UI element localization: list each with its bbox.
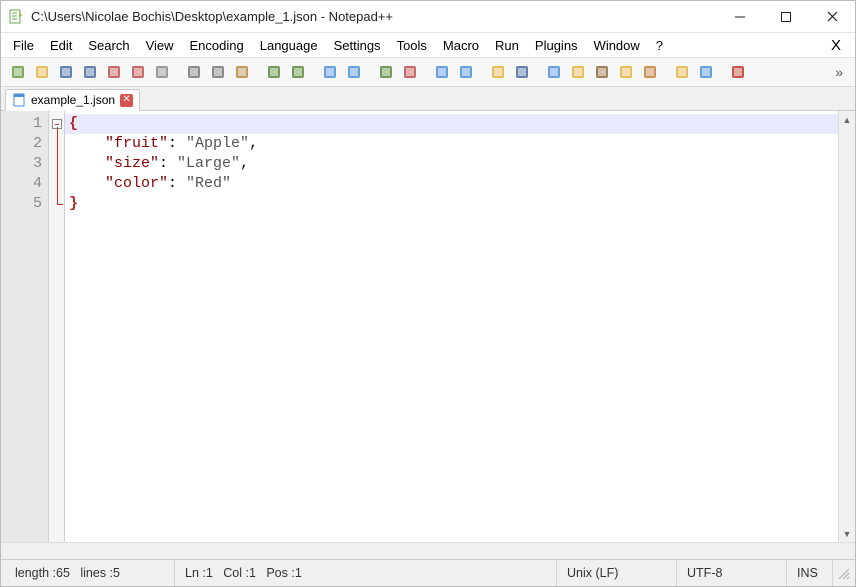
menu-settings[interactable]: Settings	[326, 36, 389, 55]
undo-icon[interactable]	[263, 61, 285, 83]
menu-file[interactable]: File	[5, 36, 42, 55]
editor-area: 12345 { "fruit": "Apple", "size": "Large…	[1, 111, 855, 542]
doc-map-icon[interactable]	[591, 61, 613, 83]
menu-edit[interactable]: Edit	[42, 36, 80, 55]
spell-icon[interactable]	[695, 61, 717, 83]
menu-plugins[interactable]: Plugins	[527, 36, 586, 55]
line-number-gutter: 12345	[1, 111, 49, 542]
menu-tools[interactable]: Tools	[389, 36, 435, 55]
code-line[interactable]: {	[65, 114, 838, 134]
status-insert-mode[interactable]: INS	[787, 560, 833, 586]
new-file-icon[interactable]	[7, 61, 29, 83]
code-area[interactable]: { "fruit": "Apple", "size": "Large", "co…	[65, 111, 838, 542]
menu-macro[interactable]: Macro	[435, 36, 487, 55]
code-line[interactable]: "size": "Large",	[65, 154, 838, 174]
title-bar: C:\Users\Nicolae Bochis\Desktop\example_…	[1, 1, 855, 33]
lang-icon[interactable]	[567, 61, 589, 83]
menu-bar: FileEditSearchViewEncodingLanguageSettin…	[1, 33, 855, 57]
wrap-icon[interactable]	[487, 61, 509, 83]
copy-icon[interactable]	[207, 61, 229, 83]
window-controls	[717, 1, 855, 33]
sync-h-icon[interactable]	[455, 61, 477, 83]
save-all-icon[interactable]	[79, 61, 101, 83]
close-all-icon[interactable]	[127, 61, 149, 83]
tab-close-icon[interactable]: ✕	[120, 94, 133, 107]
minimize-button[interactable]	[717, 1, 763, 33]
close-icon[interactable]	[103, 61, 125, 83]
app-icon	[7, 8, 25, 26]
menu-language[interactable]: Language	[252, 36, 326, 55]
sync-v-icon[interactable]	[431, 61, 453, 83]
toolbar-overflow-icon[interactable]: »	[829, 64, 849, 80]
menu-view[interactable]: View	[138, 36, 182, 55]
replace-icon[interactable]	[343, 61, 365, 83]
record-macro-icon[interactable]	[727, 61, 749, 83]
all-chars-icon[interactable]	[511, 61, 533, 83]
maximize-button[interactable]	[763, 1, 809, 33]
vertical-scrollbar[interactable]: ▲ ▼	[838, 111, 855, 542]
indent-guide-icon[interactable]	[543, 61, 565, 83]
status-bar: length : 65 lines : 5 Ln : 1 Col : 1 Pos…	[1, 542, 855, 586]
tab-example-1-json[interactable]: example_1.json ✕	[5, 89, 140, 111]
zoom-out-icon[interactable]	[399, 61, 421, 83]
menu-window[interactable]: Window	[586, 36, 648, 55]
menu-encoding[interactable]: Encoding	[182, 36, 252, 55]
horizontal-scrollbar[interactable]	[1, 542, 855, 559]
func-list-icon[interactable]	[615, 61, 637, 83]
editor[interactable]: 12345 { "fruit": "Apple", "size": "Large…	[1, 111, 838, 542]
scroll-down-icon[interactable]: ▼	[839, 525, 855, 542]
redo-icon[interactable]	[287, 61, 309, 83]
window-title: C:\Users\Nicolae Bochis\Desktop\example_…	[31, 9, 717, 24]
paste-icon[interactable]	[231, 61, 253, 83]
tab-bar: example_1.json ✕	[1, 87, 855, 111]
resize-grip-icon[interactable]	[833, 565, 851, 581]
status-eol[interactable]: Unix (LF)	[557, 560, 677, 586]
code-line[interactable]: "color": "Red"	[65, 174, 838, 194]
tab-label: example_1.json	[31, 93, 115, 107]
close-button[interactable]	[809, 1, 855, 33]
monitor-icon[interactable]	[671, 61, 693, 83]
menu-[interactable]: ?	[648, 36, 671, 55]
code-line[interactable]: "fruit": "Apple",	[65, 134, 838, 154]
file-icon	[12, 93, 26, 107]
save-icon[interactable]	[55, 61, 77, 83]
toolbar: »	[1, 57, 855, 87]
status-length-lines: length : 65 lines : 5	[5, 560, 175, 586]
print-icon[interactable]	[151, 61, 173, 83]
open-file-icon[interactable]	[31, 61, 53, 83]
fold-gutter	[49, 111, 65, 542]
cut-icon[interactable]	[183, 61, 205, 83]
status-cursor: Ln : 1 Col : 1 Pos : 1	[175, 560, 557, 586]
find-icon[interactable]	[319, 61, 341, 83]
zoom-in-icon[interactable]	[375, 61, 397, 83]
folder-icon[interactable]	[639, 61, 661, 83]
menu-search[interactable]: Search	[80, 36, 137, 55]
scroll-up-icon[interactable]: ▲	[839, 111, 855, 128]
code-line[interactable]: }	[65, 194, 838, 214]
menu-run[interactable]: Run	[487, 36, 527, 55]
menu-overflow[interactable]: X	[821, 35, 851, 56]
status-encoding[interactable]: UTF-8	[677, 560, 787, 586]
